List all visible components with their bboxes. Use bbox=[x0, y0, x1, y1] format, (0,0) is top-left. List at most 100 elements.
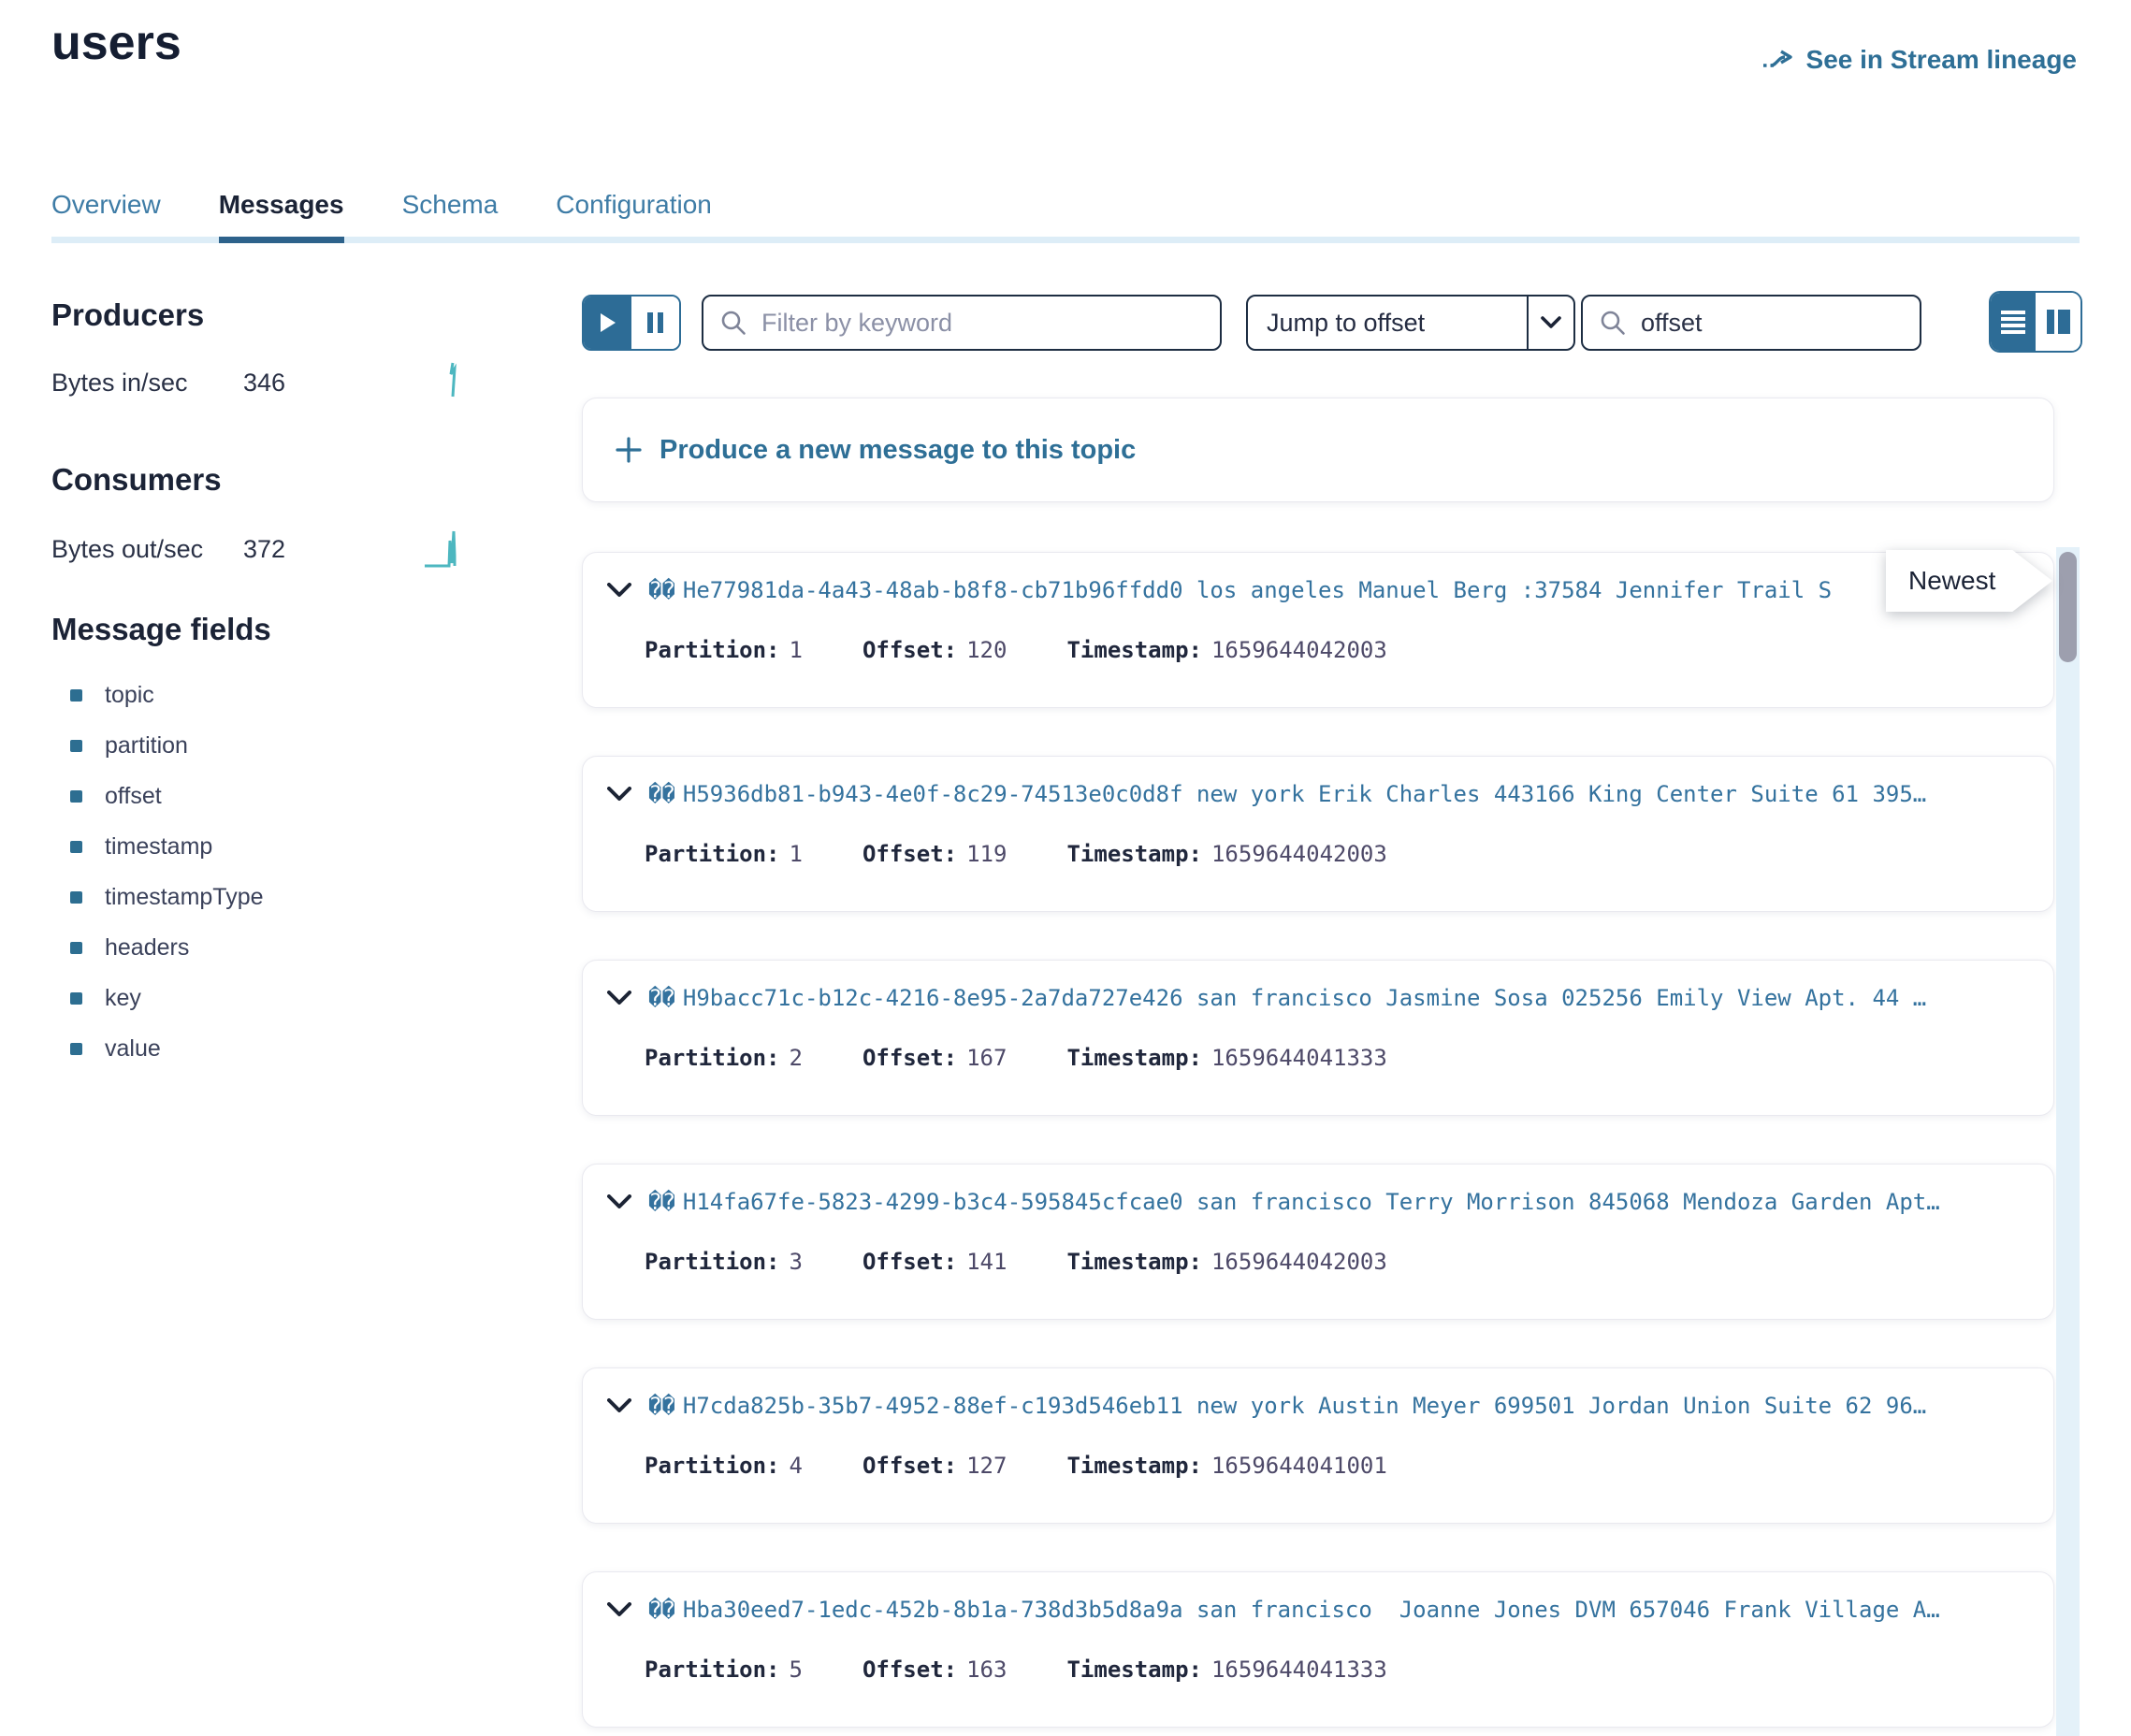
card-view-button[interactable] bbox=[2036, 293, 2080, 351]
message-key: H5936db81-b943-4e0f-8c29-74513e0c0d8f ne… bbox=[683, 781, 1926, 807]
bytes-in-value: 346 bbox=[243, 369, 285, 398]
timestamp-label: Timestamp: bbox=[1066, 1453, 1202, 1479]
message-row-header[interactable]: �� H14fa67fe-5823-4299-b3c4-595845cfcae0… bbox=[607, 1189, 2037, 1215]
page-title: users bbox=[51, 15, 181, 71]
binary-glyphs: �� bbox=[648, 1393, 675, 1419]
partition-label: Partition: bbox=[645, 1045, 780, 1071]
partition-label: Partition: bbox=[645, 1249, 780, 1275]
search-icon bbox=[720, 310, 747, 336]
bytes-out-metric: Bytes out/sec 372 bbox=[51, 529, 482, 572]
chevron-down-icon[interactable] bbox=[607, 1194, 631, 1209]
newest-tooltip: Newest bbox=[1886, 550, 2052, 612]
message-meta: Partition:2 Offset:167 Timestamp:1659644… bbox=[645, 1045, 1387, 1071]
offset-label: Offset: bbox=[863, 1045, 957, 1071]
message-row-header[interactable]: �� H5936db81-b943-4e0f-8c29-74513e0c0d8f… bbox=[607, 781, 2037, 807]
message-card[interactable]: �� H5936db81-b943-4e0f-8c29-74513e0c0d8f… bbox=[582, 756, 2054, 912]
consumers-heading: Consumers bbox=[51, 462, 222, 498]
partition-value: 1 bbox=[790, 637, 803, 663]
produce-message-button[interactable]: Produce a new message to this topic bbox=[582, 398, 2054, 502]
message-row-header[interactable]: �� He77981da-4a43-48ab-b8f8-cb71b96ffdd0… bbox=[607, 577, 2037, 603]
keyword-filter-input[interactable] bbox=[760, 308, 1203, 339]
field-item-partition[interactable]: partition bbox=[51, 720, 264, 771]
message-meta: Partition:4 Offset:127 Timestamp:1659644… bbox=[645, 1453, 1387, 1479]
field-item-timestampType[interactable]: timestampType bbox=[51, 872, 264, 922]
message-card[interactable]: �� Hba30eed7-1edc-452b-8b1a-738d3b5d8a9a… bbox=[582, 1571, 2054, 1728]
timestamp-value: 1659644042003 bbox=[1211, 637, 1387, 663]
field-item-value[interactable]: value bbox=[51, 1023, 264, 1074]
message-meta: Partition:1 Offset:119 Timestamp:1659644… bbox=[645, 841, 1387, 867]
bytes-out-value: 372 bbox=[243, 535, 285, 564]
bytes-in-label: Bytes in/sec bbox=[51, 369, 188, 398]
timestamp-label: Timestamp: bbox=[1066, 637, 1202, 663]
bytes-out-label: Bytes out/sec bbox=[51, 535, 203, 564]
message-meta: Partition: 1 Offset: 120 Timestamp: 1659644… bbox=[645, 637, 1387, 663]
plus-icon bbox=[615, 436, 643, 464]
field-item-headers[interactable]: headers bbox=[51, 922, 264, 973]
chevron-down-icon[interactable] bbox=[607, 991, 631, 1005]
jump-to-offset-select[interactable]: Jump to offset bbox=[1246, 295, 1575, 351]
message-meta: Partition:5 Offset:163 Timestamp:1659644… bbox=[645, 1656, 1387, 1683]
message-card[interactable]: �� He77981da-4a43-48ab-b8f8-cb71b96ffdd0… bbox=[582, 552, 2054, 708]
tab-messages[interactable]: Messages bbox=[219, 190, 344, 243]
list-view-button[interactable] bbox=[1991, 293, 2036, 351]
message-row-header[interactable]: �� H9bacc71c-b12c-4216-8e95-2a7da727e426… bbox=[607, 985, 2037, 1011]
message-card[interactable]: �� H14fa67fe-5823-4299-b3c4-595845cfcae0… bbox=[582, 1164, 2054, 1320]
chevron-down-icon[interactable] bbox=[607, 583, 631, 598]
newest-tooltip-label: Newest bbox=[1908, 566, 1995, 596]
message-card[interactable]: �� H9bacc71c-b12c-4216-8e95-2a7da727e426… bbox=[582, 960, 2054, 1116]
partition-label: Partition: bbox=[645, 841, 780, 867]
tab-schema[interactable]: Schema bbox=[402, 190, 499, 243]
field-item-topic[interactable]: topic bbox=[51, 670, 264, 720]
message-fields-list: topic partition offset timestamp timesta… bbox=[51, 670, 264, 1074]
message-row-header[interactable]: �� H7cda825b-35b7-4952-88ef-c193d546eb11… bbox=[607, 1393, 2037, 1419]
offset-label: Offset: bbox=[863, 841, 957, 867]
timestamp-label: Timestamp: bbox=[1066, 1656, 1202, 1683]
field-bullet-icon bbox=[70, 841, 82, 853]
scrollbar-thumb[interactable] bbox=[2059, 552, 2077, 662]
topic-tabs: Overview Messages Schema Configuration bbox=[51, 183, 2080, 243]
message-card[interactable]: �� H7cda825b-35b7-4952-88ef-c193d546eb11… bbox=[582, 1367, 2054, 1524]
offset-value: 119 bbox=[966, 841, 1007, 867]
bytes-in-sparkline bbox=[424, 359, 465, 402]
offset-label: Offset: bbox=[863, 1453, 957, 1479]
partition-value: 2 bbox=[790, 1045, 803, 1071]
offset-search-input[interactable] bbox=[1639, 308, 1903, 339]
timestamp-value: 1659644041001 bbox=[1211, 1453, 1387, 1479]
binary-glyphs: �� bbox=[648, 1597, 675, 1623]
partition-label: Partition: bbox=[645, 637, 780, 663]
partition-value: 3 bbox=[790, 1249, 803, 1275]
tab-overview[interactable]: Overview bbox=[51, 190, 161, 243]
search-icon bbox=[1600, 310, 1626, 336]
bytes-out-sparkline bbox=[424, 526, 465, 569]
field-bullet-icon bbox=[70, 740, 82, 752]
offset-value: 163 bbox=[966, 1656, 1007, 1683]
offset-value: 120 bbox=[966, 637, 1007, 663]
field-bullet-icon bbox=[70, 891, 82, 904]
pause-button[interactable] bbox=[631, 297, 679, 349]
play-icon bbox=[600, 312, 616, 333]
offset-label: Offset: bbox=[863, 637, 957, 663]
partition-value: 4 bbox=[790, 1453, 803, 1479]
tab-configuration[interactable]: Configuration bbox=[556, 190, 712, 243]
field-item-offset[interactable]: offset bbox=[51, 771, 264, 821]
lineage-link-label: See in Stream lineage bbox=[1806, 45, 2077, 75]
live-consume-toggle bbox=[582, 295, 681, 351]
chevron-down-icon[interactable] bbox=[607, 1602, 631, 1617]
lineage-arrow-icon bbox=[1761, 48, 1795, 72]
timestamp-label: Timestamp: bbox=[1066, 1249, 1202, 1275]
stream-lineage-link[interactable]: See in Stream lineage bbox=[1761, 45, 2077, 75]
message-row-header[interactable]: �� Hba30eed7-1edc-452b-8b1a-738d3b5d8a9a… bbox=[607, 1597, 2037, 1623]
chevron-down-icon[interactable] bbox=[607, 787, 631, 802]
field-item-timestamp[interactable]: timestamp bbox=[51, 821, 264, 872]
field-bullet-icon bbox=[70, 942, 82, 954]
scrollbar-track[interactable] bbox=[2056, 547, 2080, 1736]
chevron-down-icon bbox=[1527, 297, 1573, 349]
timestamp-value: 1659644041333 bbox=[1211, 1656, 1387, 1683]
produce-button-label: Produce a new message to this topic bbox=[660, 435, 1136, 466]
field-bullet-icon bbox=[70, 992, 82, 1005]
timestamp-value: 1659644041333 bbox=[1211, 1045, 1387, 1071]
field-item-key[interactable]: key bbox=[51, 973, 264, 1023]
binary-glyphs: �� bbox=[648, 1189, 675, 1215]
chevron-down-icon[interactable] bbox=[607, 1398, 631, 1413]
play-button[interactable] bbox=[584, 297, 631, 349]
